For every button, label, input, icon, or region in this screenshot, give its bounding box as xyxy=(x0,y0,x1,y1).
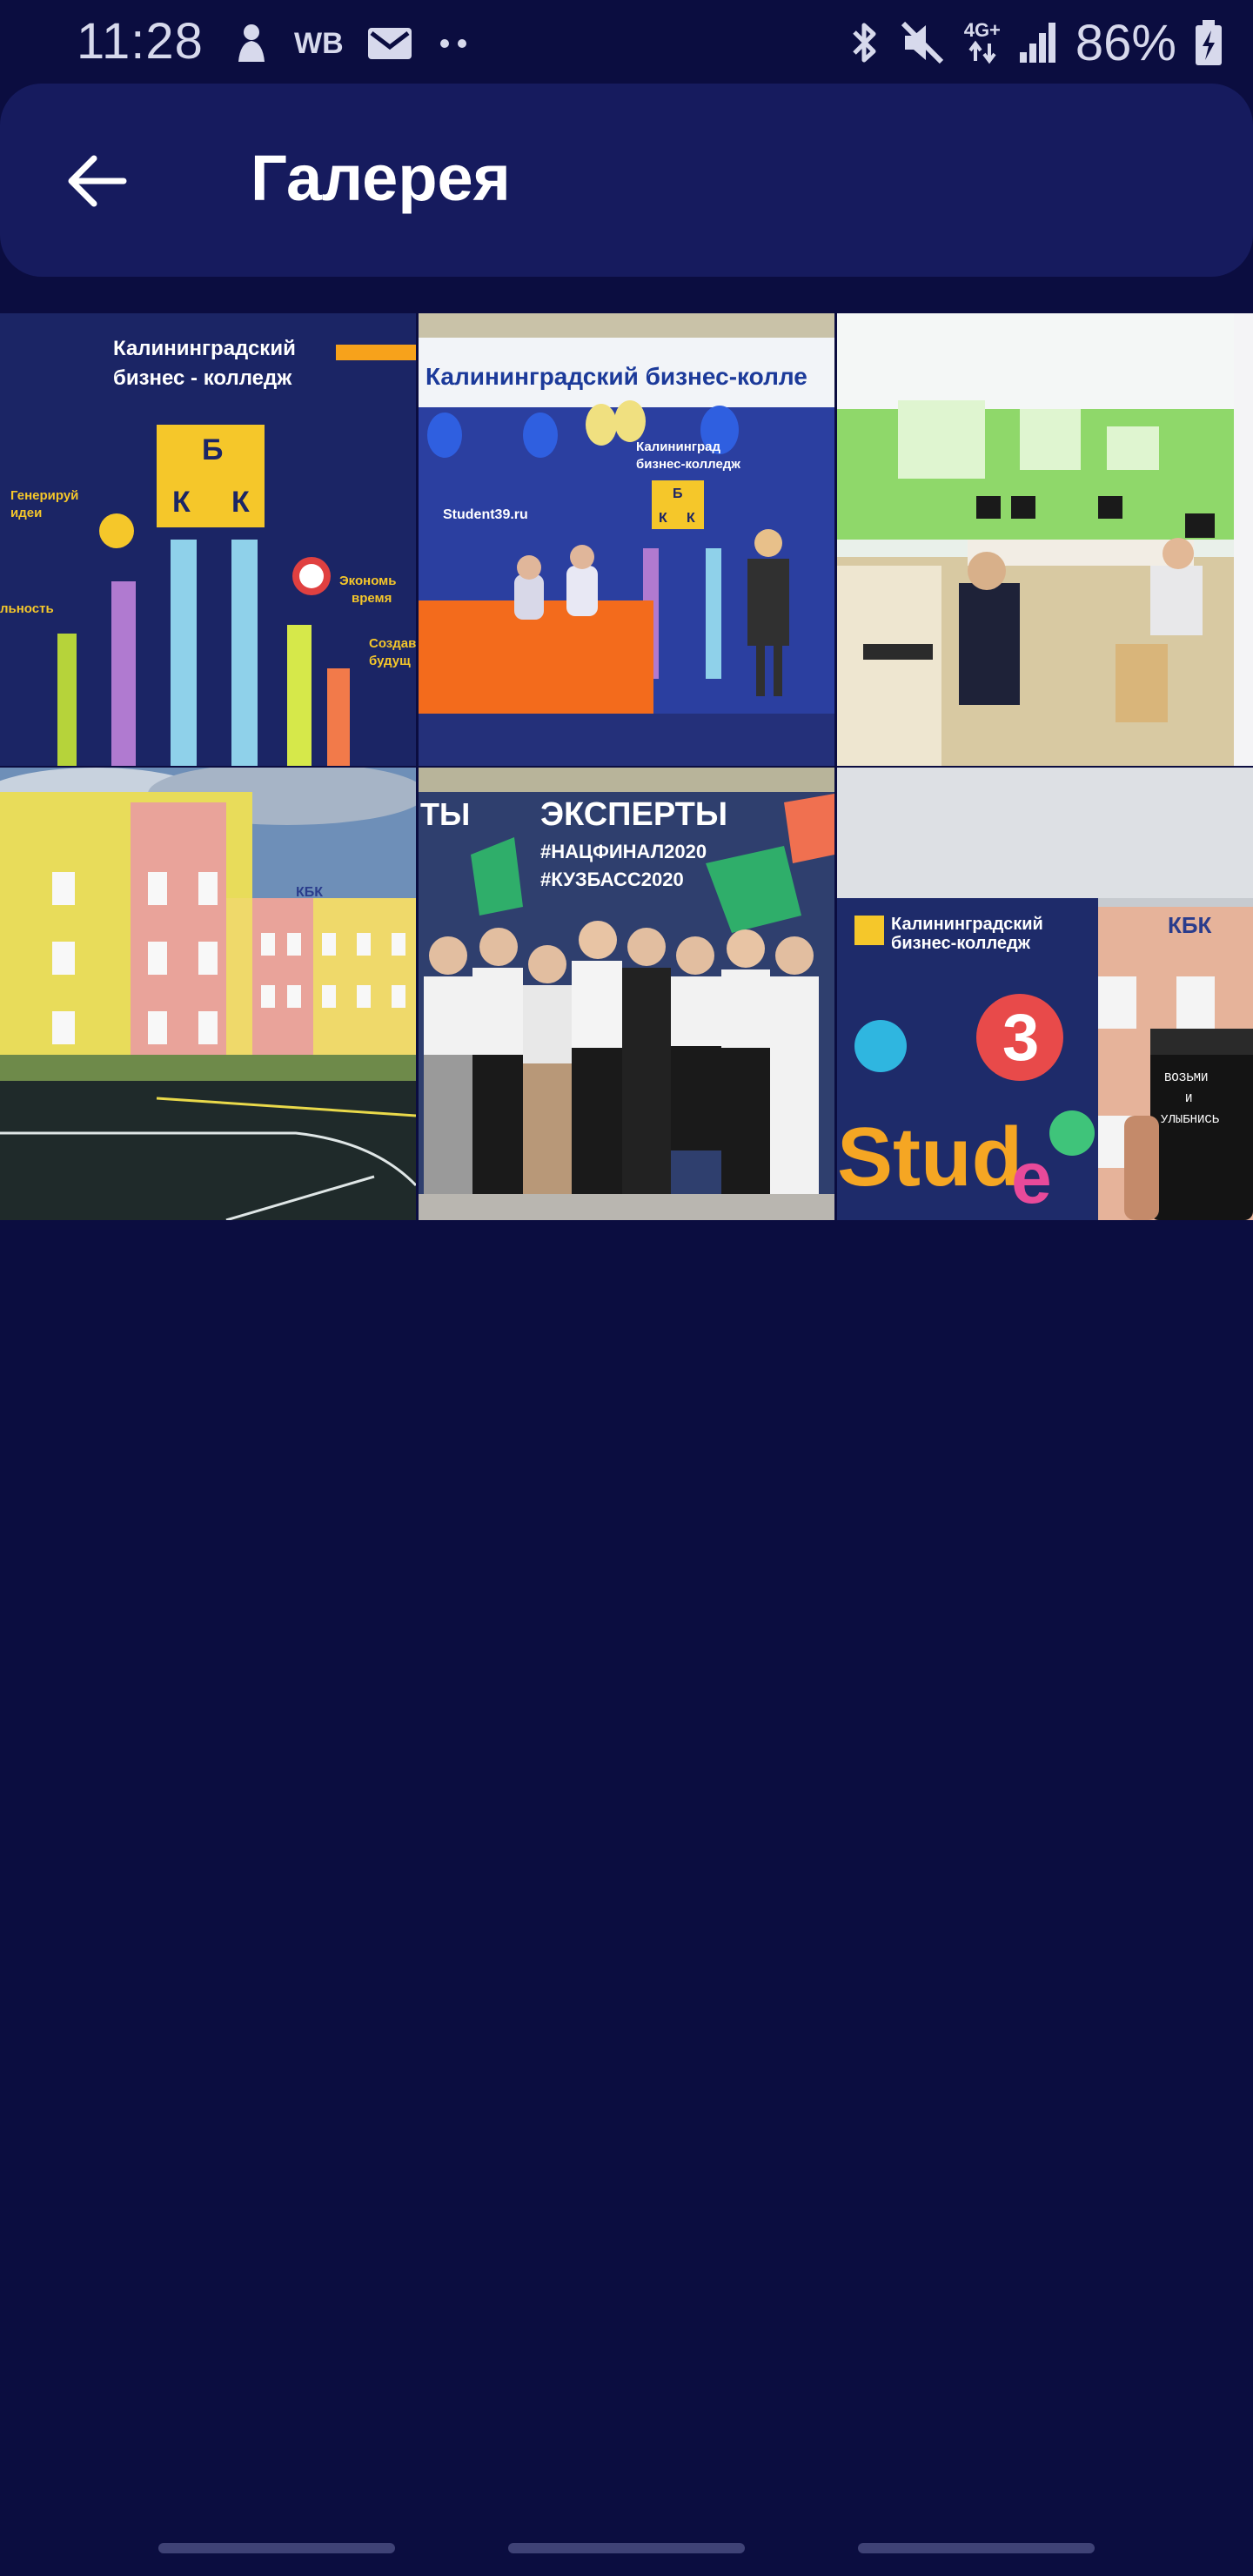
gallery-item-experts[interactable]: ТЫ ЭКСПЕРТЫ #НАЦФИНАЛ2020 #КУЗБАСС2020 xyxy=(419,768,834,1220)
back-button[interactable] xyxy=(61,144,134,218)
status-right-icons: 4G+ 86% xyxy=(848,12,1223,73)
stand-sign-1: Калининград xyxy=(636,439,721,454)
battery-charging-icon xyxy=(1196,20,1222,65)
poster-caption-5: Создавай xyxy=(369,636,416,651)
mute-icon xyxy=(901,21,943,64)
expo-stand-image: Калининградский бизнес-колле Калининград… xyxy=(419,313,834,766)
bluetooth-icon xyxy=(852,23,876,63)
poster-number: 3 xyxy=(1002,1001,1039,1075)
poster-caption-2: идеи xyxy=(10,506,42,520)
signal-icon xyxy=(1019,23,1055,63)
wb-icon: WB xyxy=(294,26,344,60)
network-4g-icon: 4G+ xyxy=(964,21,1001,64)
data-arrows-icon xyxy=(968,40,996,64)
poster-caption-1: Генерируй xyxy=(10,488,78,503)
logo-letter-b: Б xyxy=(202,433,223,466)
experts-photo-image: ТЫ ЭКСПЕРТЫ #НАЦФИНАЛ2020 #КУЗБАСС2020 xyxy=(419,768,834,1220)
stand-logo-b: Б xyxy=(673,486,683,501)
poster-brand-2: бизнес-колледж xyxy=(891,934,1031,953)
banner-hashtag-1: #НАЦФИНАЛ2020 xyxy=(540,841,707,862)
stand-logo-k1: К xyxy=(659,511,667,526)
cup-text-2: И xyxy=(1185,1092,1192,1106)
cup-text-3: УЛЫБНИСЬ xyxy=(1161,1113,1220,1127)
building-sign: КБК xyxy=(296,885,323,900)
banner-hashtag-2: #КУЗБАСС2020 xyxy=(540,869,684,890)
status-left-icons: WB xyxy=(231,19,471,68)
battery-percent: 86% xyxy=(1075,14,1176,71)
building-logo: КБК xyxy=(1168,912,1212,938)
status-bar: 11:28 WB 4G+ 86% xyxy=(0,0,1253,84)
gallery-item-expo-stand[interactable]: Калининградский бизнес-колле Калининград… xyxy=(419,313,834,766)
nav-home-button[interactable] xyxy=(508,2543,745,2553)
logo-letter-k2: К xyxy=(231,486,250,519)
poster-letter: e xyxy=(1011,1137,1052,1218)
poster-caption-4: время xyxy=(352,591,392,606)
stand-header: Калининградский бизнес-колле xyxy=(425,363,807,390)
poster-word: Stud xyxy=(837,1110,1022,1204)
poster-line1: Калининградский xyxy=(113,337,296,360)
logo-letter-k1: К xyxy=(172,486,191,519)
status-time: 11:28 xyxy=(77,13,204,70)
student-poster-image: КБК Калининградский бизнес-колледж 3 Stu… xyxy=(837,768,1253,1220)
poster-brand-1: Калининградский xyxy=(891,915,1043,934)
building-image: КБК xyxy=(0,768,416,1220)
college-poster-image: Калининградский бизнес - колледж Б К К Г… xyxy=(0,313,416,766)
classroom-image xyxy=(837,313,1253,766)
mail-icon xyxy=(367,28,412,59)
more-dots-icon xyxy=(439,39,466,48)
poster-caption-6: будущ xyxy=(369,654,411,668)
poster-line2: бизнес - колледж xyxy=(113,366,292,390)
nav-back-button[interactable] xyxy=(858,2543,1095,2553)
page-title: Галерея xyxy=(251,142,511,214)
poster-caption-3: Экономь xyxy=(339,574,397,588)
stand-site: Student39.ru xyxy=(443,507,528,522)
gallery-item-building[interactable]: КБК xyxy=(0,768,416,1220)
stand-sign-2: бизнес-колледж xyxy=(636,457,740,472)
gallery-item-college-poster[interactable]: Калининградский бизнес - колледж Б К К Г… xyxy=(0,313,416,766)
stand-logo-k2: К xyxy=(687,511,695,526)
banner-title: ЭКСПЕРТЫ xyxy=(540,796,727,833)
network-type-label: 4G+ xyxy=(963,19,1001,41)
poster-caption-7: льность xyxy=(0,601,54,616)
gallery-grid: Калининградский бизнес - колледж Б К К Г… xyxy=(0,313,1253,1220)
notification-figure-icon xyxy=(238,24,265,62)
app-bar: Галерея xyxy=(0,84,1253,277)
gallery-item-classroom[interactable] xyxy=(837,313,1253,766)
navigation-bar xyxy=(0,2524,1253,2576)
banner-word-left: ТЫ xyxy=(420,796,470,832)
gallery-item-student-poster[interactable]: КБК Калининградский бизнес-колледж 3 Stu… xyxy=(837,768,1253,1220)
arrow-left-icon xyxy=(68,155,127,207)
nav-recent-button[interactable] xyxy=(158,2543,395,2553)
cup-text-1: ВОЗЬМИ xyxy=(1164,1071,1208,1085)
